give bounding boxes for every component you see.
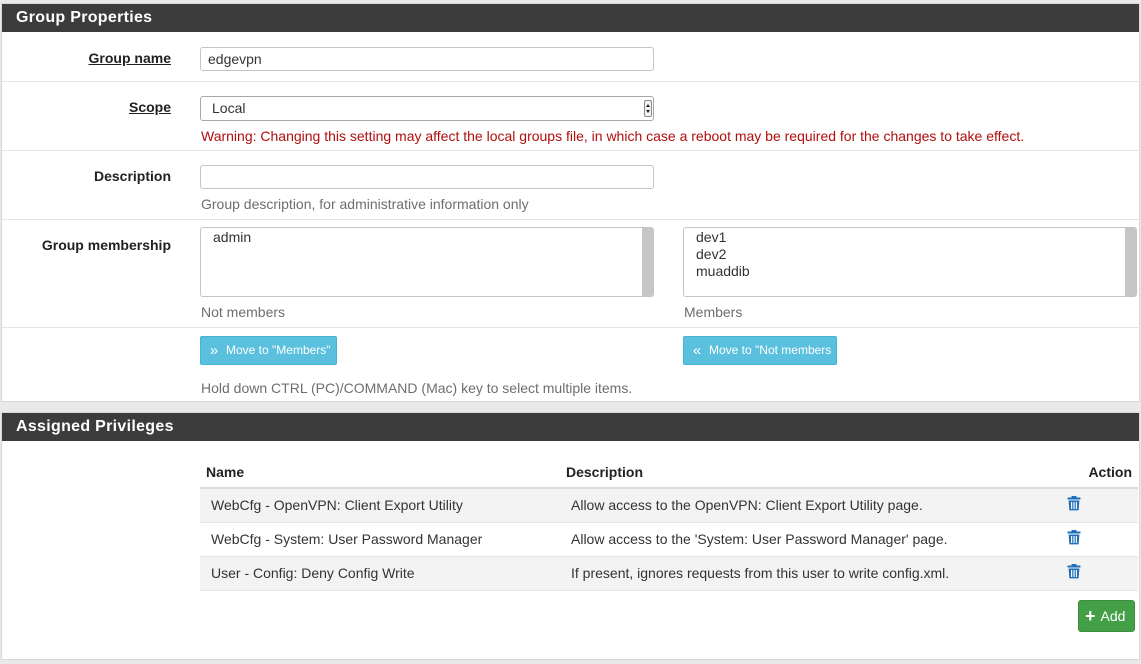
privilege-description: Allow access to the 'System: User Passwo… — [560, 522, 1058, 557]
move-to-members-label: Move to "Members" — [226, 343, 331, 357]
description-help: Group description, for administrative in… — [201, 196, 529, 212]
privilege-name: User - Config: Deny Config Write — [200, 556, 560, 591]
privilege-description: If present, ignores requests from this u… — [560, 556, 1058, 591]
privilege-action-cell — [1058, 522, 1138, 557]
privilege-name: WebCfg - OpenVPN: Client Export Utility — [200, 488, 560, 523]
privilege-action-cell — [1058, 556, 1138, 591]
select-arrows-icon — [644, 100, 652, 117]
move-to-not-members-button[interactable]: « Move to "Not members — [683, 336, 838, 365]
privilege-name: WebCfg - System: User Password Manager — [200, 522, 560, 557]
trash-icon[interactable] — [1067, 564, 1081, 582]
members-listbox[interactable]: dev1 dev2 muaddib — [683, 227, 1137, 297]
column-header-action: Action — [1058, 457, 1138, 489]
privilege-row: User - Config: Deny Config Write If prese… — [200, 556, 1138, 591]
members-label: Members — [684, 304, 743, 320]
double-chevron-left-icon: « — [692, 342, 702, 359]
column-header-description: Description — [560, 457, 1058, 489]
description-input[interactable] — [200, 165, 654, 189]
group-properties-panel: Group Properties Group name Scope Local … — [1, 3, 1141, 402]
trash-icon[interactable] — [1067, 496, 1081, 514]
add-privilege-button[interactable]: + Add — [1078, 600, 1135, 632]
privileges-table: Name Description Action WebCfg - OpenVPN… — [200, 457, 1138, 591]
group-name-row: Group name — [2, 32, 1141, 82]
scope-label: Scope — [128, 99, 171, 115]
group-membership-row: Group membership admin Not members dev1 d… — [2, 220, 1141, 328]
description-label: Description — [93, 168, 171, 184]
double-chevron-right-icon: » — [209, 342, 219, 359]
privilege-action-cell — [1058, 488, 1138, 523]
members-option[interactable]: dev2 — [684, 246, 1136, 263]
move-to-members-button[interactable]: » Move to "Members" — [200, 336, 337, 365]
members-scrollbar[interactable] — [1125, 228, 1136, 296]
privileges-table-header: Name Description Action — [200, 457, 1138, 489]
scope-warning: Warning: Changing this setting may affec… — [201, 128, 1025, 144]
not-members-option[interactable]: admin — [201, 229, 653, 246]
group-properties-heading: Group Properties — [2, 4, 1139, 32]
plus-icon: + — [1085, 606, 1096, 626]
privilege-row: WebCfg - System: User Password Manager Al… — [200, 522, 1138, 557]
membership-actions-row: » Move to "Members" « Move to "Not members… — [2, 328, 1141, 401]
scope-row: Scope Local Warning: Changing this setti… — [2, 82, 1141, 151]
column-header-name: Name — [200, 457, 560, 489]
privilege-description: Allow access to the OpenVPN: Client Expo… — [560, 488, 1058, 523]
not-members-scrollbar[interactable] — [642, 228, 653, 296]
scope-select[interactable]: Local — [200, 96, 654, 121]
add-privilege-label: Add — [1100, 608, 1126, 624]
multi-select-hint: Hold down CTRL (PC)/COMMAND (Mac) key to… — [201, 380, 633, 396]
move-to-not-members-label: Move to "Not members — [709, 343, 832, 357]
privilege-row: WebCfg - OpenVPN: Client Export Utility A… — [200, 488, 1138, 523]
trash-icon[interactable] — [1067, 530, 1081, 548]
scope-selected-value: Local — [212, 100, 246, 116]
members-option[interactable]: dev1 — [684, 229, 1136, 246]
description-row: Description Group description, for admin… — [2, 151, 1141, 220]
group-name-input[interactable] — [200, 47, 654, 71]
members-option[interactable]: muaddib — [684, 263, 1136, 280]
group-membership-label: Group membership — [41, 237, 171, 253]
assigned-privileges-panel: Assigned Privileges Name Description Act… — [1, 412, 1140, 660]
not-members-label: Not members — [201, 304, 286, 320]
group-name-label: Group name — [88, 50, 171, 66]
not-members-listbox[interactable]: admin — [200, 227, 654, 297]
assigned-privileges-heading: Assigned Privileges — [2, 413, 1139, 441]
